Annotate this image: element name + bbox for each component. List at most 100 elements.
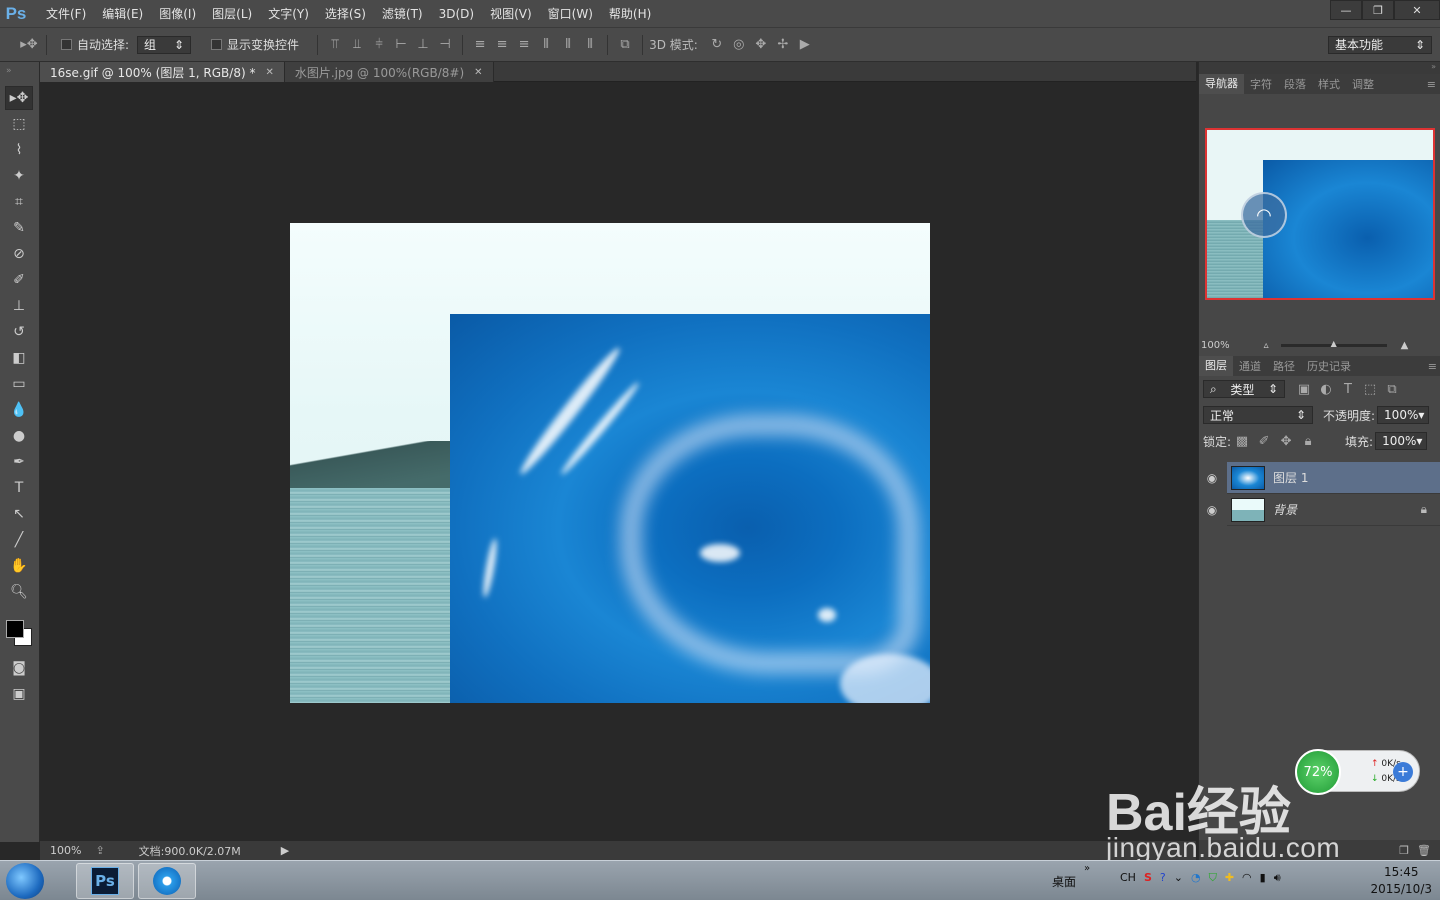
menu-filter[interactable]: 滤镜(T) xyxy=(374,0,431,28)
crop-tool[interactable]: ⌗ xyxy=(5,190,33,214)
panel-menu-icon[interactable]: ≡ xyxy=(1427,78,1440,91)
lock-image-icon[interactable]: ✐ xyxy=(1253,430,1275,452)
restore-button[interactable]: ❐ xyxy=(1362,0,1394,20)
tray-expand-icon[interactable]: ⌄ xyxy=(1174,871,1183,885)
new-layer-icon[interactable]: ❐ xyxy=(1399,844,1409,857)
help-icon[interactable]: ? xyxy=(1160,871,1166,885)
stamp-tool[interactable]: ⊥ xyxy=(5,294,33,318)
signal-icon[interactable]: ▮ xyxy=(1260,871,1266,885)
desktop-label[interactable]: 桌面 xyxy=(1052,873,1076,890)
lock-position-icon[interactable]: ✥ xyxy=(1275,430,1297,452)
auto-select-option[interactable]: 自动选择: xyxy=(61,36,129,53)
filter-adjustment-icon[interactable]: ◐ xyxy=(1315,378,1337,400)
distribute-vcenter-icon[interactable]: ≡ xyxy=(491,34,513,56)
tab-history[interactable]: 历史记录 xyxy=(1301,358,1357,374)
panel-menu-icon[interactable]: ≡ xyxy=(1428,360,1440,373)
auto-select-checkbox[interactable] xyxy=(61,39,72,50)
show-transform-checkbox[interactable] xyxy=(211,39,223,50)
fill-field[interactable]: 100% ▾ xyxy=(1375,432,1428,450)
eraser-tool[interactable]: ◧ xyxy=(5,346,33,370)
path-select-tool[interactable]: ↖ xyxy=(5,502,33,526)
blur-tool[interactable]: 💧 xyxy=(5,398,33,422)
3d-slide-icon[interactable]: ✢ xyxy=(772,34,794,56)
move-tool-preset-icon[interactable]: ▸✥ xyxy=(18,34,40,56)
expand-icon[interactable]: » xyxy=(1084,863,1090,874)
align-vcenter-icon[interactable]: ⫫ xyxy=(346,34,368,56)
export-icon[interactable]: ⇪ xyxy=(95,844,104,857)
wifi-tray-icon[interactable]: ◠ xyxy=(1242,871,1252,885)
security-icon[interactable]: ✚ xyxy=(1225,871,1234,885)
canvas-area[interactable] xyxy=(40,83,1196,840)
brush-tool[interactable]: ✐ xyxy=(5,268,33,292)
navigator-zoom[interactable]: 100% xyxy=(1201,340,1230,351)
filter-pixel-icon[interactable]: ▣ xyxy=(1293,378,1315,400)
auto-select-dropdown[interactable]: 组 ⇕ xyxy=(137,35,192,54)
type-tool[interactable]: T xyxy=(5,476,33,500)
zoom-tool[interactable]: 🔍︎ xyxy=(5,580,33,604)
pen-tool[interactable]: ✒ xyxy=(5,450,33,474)
distribute-hcenter-icon[interactable]: ⦀ xyxy=(557,34,579,56)
workspace-dropdown[interactable]: 基本功能 ⇕ xyxy=(1328,35,1432,54)
sogou-icon[interactable]: S xyxy=(1144,871,1152,885)
distribute-right-icon[interactable]: ⦀ xyxy=(579,34,601,56)
align-left-icon[interactable]: ⊢ xyxy=(390,34,412,56)
opacity-field[interactable]: 100% ▾ xyxy=(1377,406,1430,424)
tab-styles[interactable]: 样式 xyxy=(1312,76,1346,92)
marquee-tool[interactable]: ⬚ xyxy=(5,112,33,136)
menu-window[interactable]: 窗口(W) xyxy=(540,0,601,28)
layer-filter-dropdown[interactable]: ⌕ 类型 ⇕ xyxy=(1203,380,1285,398)
tab-16se-gif[interactable]: 16se.gif @ 100% (图层 1, RGB/8) * ✕ xyxy=(40,62,285,82)
tab-paragraph[interactable]: 段落 xyxy=(1278,76,1312,92)
screen-mode-tool[interactable]: ▣ xyxy=(5,682,33,706)
menu-layer[interactable]: 图层(L) xyxy=(204,0,260,28)
zoom-level[interactable]: 100% xyxy=(50,844,81,857)
layer-1-image[interactable] xyxy=(450,314,930,703)
filter-shape-icon[interactable]: ⬚ xyxy=(1359,378,1381,400)
3d-rotate-icon[interactable]: ↻ xyxy=(706,34,728,56)
menu-view[interactable]: 视图(V) xyxy=(482,0,540,28)
menu-edit[interactable]: 编辑(E) xyxy=(94,0,151,28)
zoom-in-icon[interactable]: ▲ xyxy=(1401,340,1409,351)
tab-layers[interactable]: 图层 xyxy=(1199,356,1233,376)
lock-transparent-icon[interactable]: ▩ xyxy=(1231,430,1253,452)
filter-smart-object-icon[interactable]: ⧉ xyxy=(1381,378,1403,400)
taskbar-photoshop[interactable]: Ps xyxy=(76,863,134,899)
tab-character[interactable]: 字符 xyxy=(1244,76,1278,92)
layer-row-layer-1[interactable]: ◉ 图层 1 xyxy=(1207,462,1440,494)
align-hcenter-icon[interactable]: ⊥ xyxy=(412,34,434,56)
volume-icon[interactable]: 🔊︎ xyxy=(1274,871,1281,885)
toolbox-collapse-icon[interactable]: » xyxy=(0,62,39,84)
lock-all-icon[interactable]: 🔒︎ xyxy=(1297,430,1319,452)
ime-indicator[interactable]: CH xyxy=(1120,871,1136,885)
3d-camera-icon[interactable]: ▶ xyxy=(794,34,816,56)
shield-icon[interactable]: ⛉ xyxy=(1209,871,1217,885)
eye-icon[interactable]: ◉ xyxy=(1203,471,1221,485)
dodge-tool[interactable]: ● xyxy=(5,424,33,448)
move-tool[interactable]: ▸✥ xyxy=(5,86,33,110)
network-icon[interactable]: ◔ xyxy=(1191,871,1201,885)
taskbar-browser[interactable] xyxy=(138,863,196,899)
menu-type[interactable]: 文字(Y) xyxy=(260,0,317,28)
quick-mask-tool[interactable]: ◙ xyxy=(5,656,33,680)
lasso-tool[interactable]: ⌇ xyxy=(5,138,33,162)
zoom-out-icon[interactable]: ▵ xyxy=(1264,340,1269,351)
minimize-button[interactable]: — xyxy=(1330,0,1362,20)
menu-file[interactable]: 文件(F) xyxy=(38,0,94,28)
auto-align-icon[interactable]: ⧉ xyxy=(614,34,636,56)
blend-mode-dropdown[interactable]: 正常 ⇕ xyxy=(1203,406,1313,424)
zoom-slider[interactable]: ▲ xyxy=(1280,339,1387,348)
healing-brush-tool[interactable]: ⊘ xyxy=(5,242,33,266)
distribute-bottom-icon[interactable]: ≡ xyxy=(513,34,535,56)
close-icon[interactable]: ✕ xyxy=(474,67,482,78)
plus-icon[interactable]: + xyxy=(1393,762,1413,782)
close-icon[interactable]: ✕ xyxy=(265,67,273,78)
menu-3d[interactable]: 3D(D) xyxy=(431,0,482,28)
foreground-color-swatch[interactable] xyxy=(6,620,24,638)
delete-layer-icon[interactable]: 🗑︎ xyxy=(1417,844,1431,857)
3d-roll-icon[interactable]: ◎ xyxy=(728,34,750,56)
filter-type-icon[interactable]: T xyxy=(1337,378,1359,400)
distribute-left-icon[interactable]: ⦀ xyxy=(535,34,557,56)
slider-thumb-icon[interactable]: ▲ xyxy=(1331,339,1337,348)
close-button[interactable]: ✕ xyxy=(1394,0,1440,20)
tab-channels[interactable]: 通道 xyxy=(1233,358,1267,374)
